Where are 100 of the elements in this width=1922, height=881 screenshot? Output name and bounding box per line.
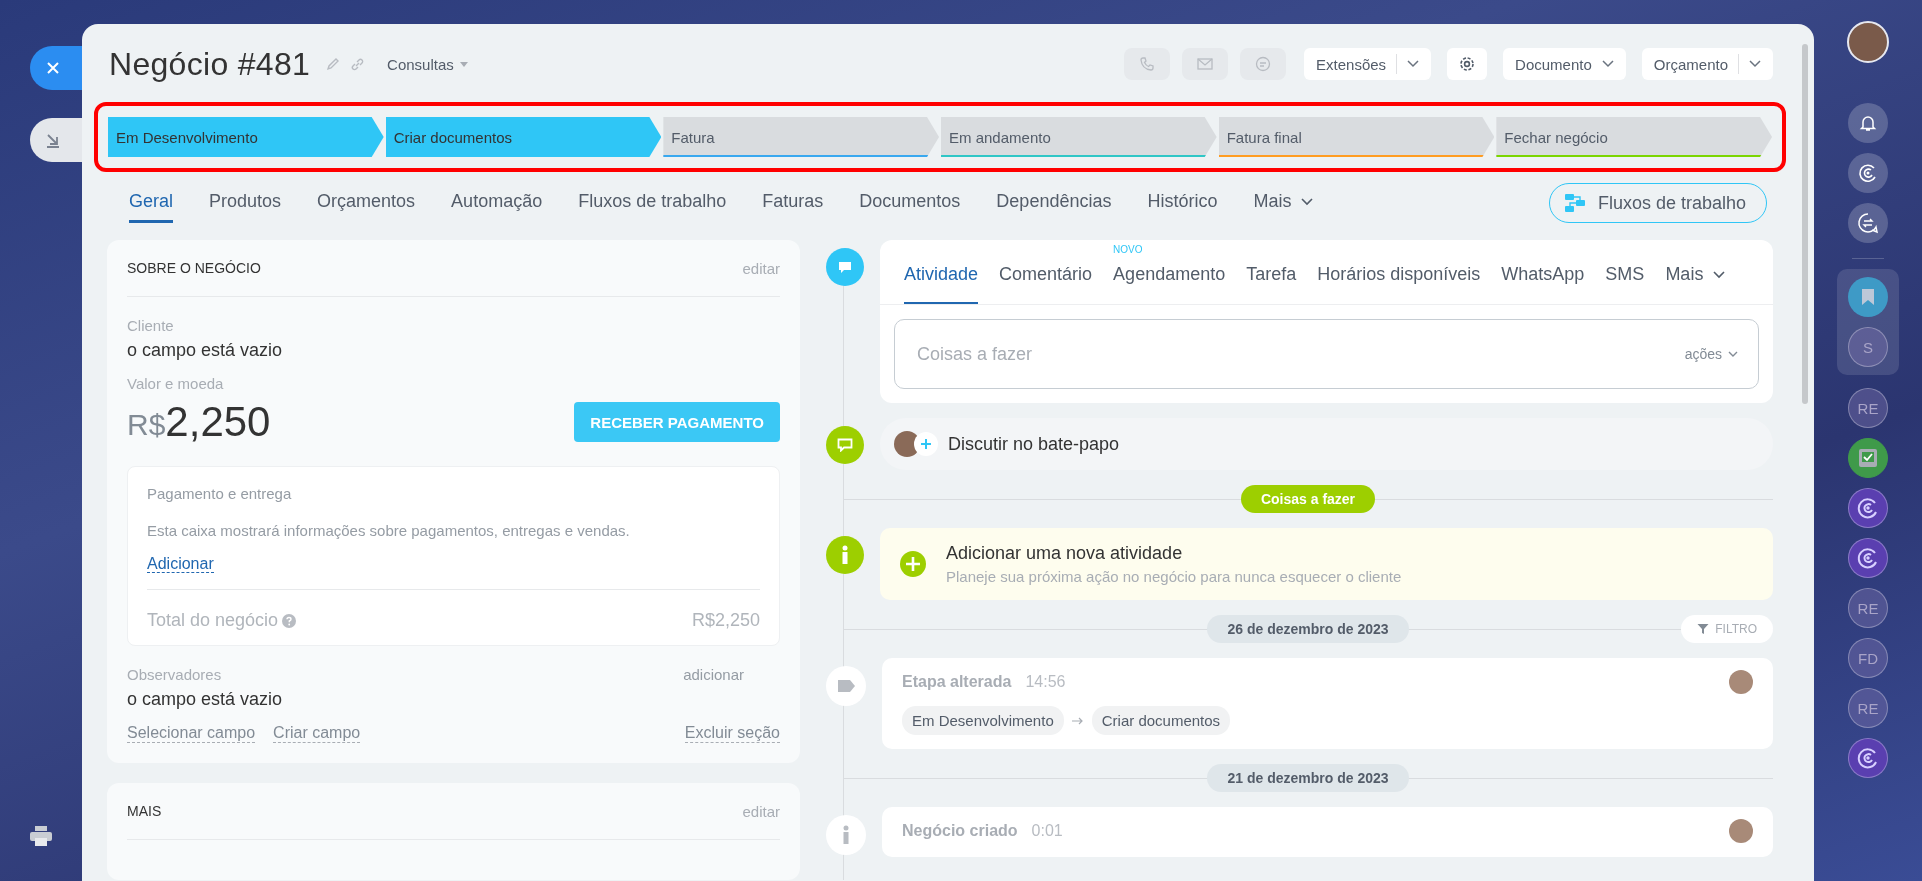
activity-tab[interactable]: Horários disponíveis: [1317, 264, 1481, 304]
chat-label: Discutir no bate-papo: [948, 433, 1120, 455]
filter-icon: [1697, 623, 1710, 635]
event-title: Etapa alterada: [902, 673, 1012, 691]
add-activity-card[interactable]: Adicionar uma nova atividade Planeje sua próxima ação no negócio para nunca esquecer o cliente: [880, 528, 1773, 600]
stage-chip: Criar documentos: [1091, 706, 1231, 735]
section-title: MAIS: [127, 803, 162, 819]
tab[interactable]: Fluxos de trabalho: [578, 183, 727, 223]
info-icon: [826, 536, 864, 574]
phone-icon: [1139, 56, 1156, 72]
caret-icon: [1713, 270, 1726, 279]
close-button[interactable]: [30, 46, 82, 90]
activity-tab[interactable]: Atividade: [904, 264, 979, 304]
stage-step[interactable]: Fatura: [663, 117, 939, 157]
tab[interactable]: Faturas: [762, 183, 824, 223]
caret-icon: [1301, 197, 1314, 206]
chat-bubble-icon: [1255, 56, 1272, 72]
tab[interactable]: Orçamentos: [317, 183, 416, 223]
add-link[interactable]: Adicionar: [147, 555, 214, 573]
activity-tab[interactable]: Tarefa: [1246, 264, 1297, 304]
actions-dropdown[interactable]: ações: [1684, 346, 1738, 362]
tab[interactable]: Dependências: [996, 183, 1112, 223]
tab[interactable]: Documentos: [859, 183, 961, 223]
spiral-icon[interactable]: [1848, 738, 1888, 778]
event-time: 0:01: [1031, 822, 1063, 840]
total-label: Total do negócio: [147, 610, 279, 631]
caret-icon: [1407, 60, 1420, 68]
new-label: NOVO: [1113, 244, 1143, 255]
field-label: Observadores: [127, 666, 222, 683]
amount-value: 2,250: [165, 398, 271, 446]
arrow-down-right-icon: [45, 132, 61, 148]
event-title: Negócio criado: [902, 822, 1018, 840]
total-value: R$2,250: [691, 610, 760, 631]
deal-title: Negócio #481: [109, 45, 311, 83]
initials-avatar[interactable]: RE: [1848, 388, 1888, 428]
stage-step[interactable]: Fechar negócio: [1496, 117, 1773, 157]
field-link[interactable]: Selecionar campo: [127, 724, 256, 743]
chat-bar[interactable]: Discutir no bate-papo: [880, 418, 1773, 470]
printer-icon[interactable]: [29, 825, 53, 847]
add-activity-title: Adicionar uma nova atividade: [946, 543, 1184, 564]
spiral-icon[interactable]: [1848, 488, 1888, 528]
todo-label: Coisas a fazer: [1240, 485, 1376, 513]
event-time: 14:56: [1025, 673, 1066, 691]
tab[interactable]: Mais: [1253, 183, 1314, 223]
caret-icon: [1749, 60, 1761, 68]
document-dropdown[interactable]: Documento: [1503, 48, 1626, 80]
info-icon: [826, 815, 866, 855]
caret-icon: [1601, 60, 1614, 68]
stage-step[interactable]: Em Desenvolvimento: [108, 117, 384, 157]
activity-tab[interactable]: WhatsApp: [1501, 264, 1585, 304]
quote-dropdown[interactable]: Orçamento: [1641, 48, 1773, 80]
envelope-icon: [1197, 57, 1214, 71]
activity-tab[interactable]: Mais: [1665, 264, 1726, 304]
collapse-button[interactable]: [30, 118, 82, 162]
tab[interactable]: Histórico: [1147, 183, 1218, 223]
comment-icon: [826, 248, 864, 286]
close-icon: [45, 60, 61, 76]
caret-icon: [1728, 350, 1738, 358]
box-description: Esta caixa mostrará informações sobre pagamentos, entregas e vendas.: [147, 522, 631, 539]
field-value: o campo está vazio: [127, 340, 284, 361]
field-value: o campo está vazio: [127, 689, 284, 710]
stage-chip: Em Desenvolvimento: [902, 706, 1064, 735]
tab[interactable]: Automação: [451, 183, 543, 223]
stage-step[interactable]: Criar documentos: [385, 117, 662, 157]
spiral-icon[interactable]: [1848, 538, 1888, 578]
workflow-icon: [1563, 193, 1586, 213]
field-label: Cliente: [127, 317, 175, 334]
activity-tab[interactable]: SMS: [1605, 264, 1645, 304]
arrow-right-icon: [1071, 716, 1084, 725]
plus-circle-icon: [900, 551, 926, 577]
section-title: SOBRE O NEGÓCIO: [127, 260, 261, 276]
avatar: [1729, 670, 1753, 694]
settings-button[interactable]: [1447, 48, 1488, 80]
box-title: Pagamento e entrega: [147, 485, 293, 502]
add-activity-subtitle: Planeje sua próxima ação no negócio para nunca esquecer o cliente: [946, 568, 1402, 585]
currency-symbol: R$: [127, 408, 166, 441]
field-link[interactable]: Criar campo: [273, 724, 361, 743]
delete-section-link[interactable]: Excluir seção: [684, 724, 780, 743]
tab[interactable]: Geral: [129, 183, 173, 223]
category-dropdown[interactable]: Consultas: [387, 55, 468, 73]
date-label: 26 de dezembro de 2023: [1207, 615, 1409, 643]
extensions-dropdown[interactable]: Extensões: [1304, 48, 1432, 80]
bell-icon[interactable]: [1848, 103, 1888, 143]
checkbox-icon[interactable]: [1848, 438, 1888, 478]
activity-tab[interactable]: Comentário: [999, 264, 1093, 304]
date-label: 21 de dezembro de 2023: [1207, 764, 1409, 792]
tag-icon: [826, 666, 866, 706]
stage-step[interactable]: Em andamento: [941, 117, 1217, 157]
bookmark-icon[interactable]: [1848, 277, 1888, 317]
chat-icon: [826, 426, 864, 464]
field-label: Valor e moeda: [127, 375, 225, 392]
chat-arrows-icon[interactable]: [1848, 203, 1888, 243]
avatar: [1729, 819, 1753, 843]
stage-step[interactable]: Fatura final: [1218, 117, 1495, 157]
spiral-icon[interactable]: [1848, 153, 1888, 193]
tab[interactable]: Produtos: [209, 183, 282, 223]
plus-icon[interactable]: [914, 432, 938, 456]
settings-icon: [1458, 55, 1477, 73]
todo-input-field[interactable]: Coisas a fazer ações: [894, 319, 1759, 389]
user-avatar[interactable]: [1847, 21, 1889, 63]
